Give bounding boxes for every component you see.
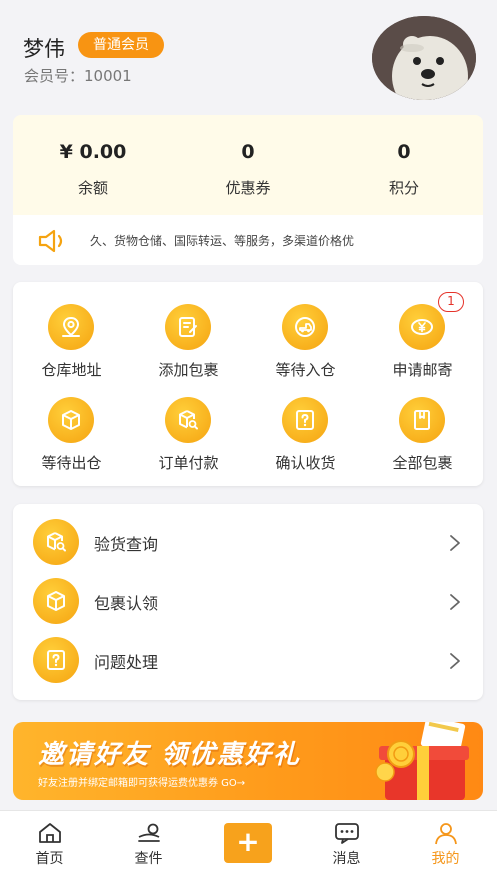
stat-balance[interactable]: ¥ 0.00 余额 xyxy=(15,141,171,198)
grid-item-warehouse-address[interactable]: 仓库地址 xyxy=(13,304,130,384)
nav-add[interactable]: + xyxy=(198,811,297,883)
truck-icon xyxy=(282,304,328,350)
order-shortcuts-card: 仓库地址 添加包裹 等待入仓 1 申请邮寄 等待出仓 订单付款 确认收货 全部包… xyxy=(13,282,483,486)
speaker-icon xyxy=(37,228,69,258)
points-label: 积分 xyxy=(388,179,419,197)
banner-subtitle: 好友注册并绑定邮箱即可获得运费优惠券 GO→ xyxy=(38,778,246,789)
stat-points[interactable]: 0 积分 xyxy=(326,141,482,198)
grid-label: 订单付款 xyxy=(158,454,219,472)
list-item-inspection-query[interactable]: 验货查询 xyxy=(13,513,483,571)
banner-title: 邀请好友 领优惠好礼 xyxy=(38,740,302,770)
nav-label: 首页 xyxy=(35,851,64,867)
grid-item-all-packages[interactable]: 全部包裹 xyxy=(364,397,481,477)
grid-label: 等待出仓 xyxy=(41,454,102,472)
grid-label: 仓库地址 xyxy=(41,361,102,379)
services-list-card: 验货查询 包裹认领 问题处理 xyxy=(13,504,483,700)
chevron-right-icon xyxy=(450,653,460,669)
coupons-label: 优惠券 xyxy=(225,179,271,197)
grid-item-confirm-receipt[interactable]: 确认收货 xyxy=(247,397,364,477)
chevron-right-icon xyxy=(450,535,460,551)
grid-label: 添加包裹 xyxy=(158,361,219,379)
user-name: 梦伟 xyxy=(23,37,65,61)
stat-coupons[interactable]: 0 优惠券 xyxy=(170,141,326,198)
add-icon: + xyxy=(224,823,272,863)
grid-label: 全部包裹 xyxy=(392,454,453,472)
profile-header: 梦伟 普通会员 会员号：10001 xyxy=(0,0,497,112)
notice-text: 久、货物仓储、国际转运、等服务，多渠道价格优 xyxy=(90,234,355,248)
list-item-package-claim[interactable]: 包裹认领 xyxy=(13,572,483,630)
question-box-icon xyxy=(33,637,79,683)
message-icon xyxy=(335,823,359,844)
nav-home[interactable]: 首页 xyxy=(0,811,99,883)
grid-item-order-payment[interactable]: 订单付款 xyxy=(130,397,247,477)
grid-item-awaiting-outbound[interactable]: 等待出仓 xyxy=(13,397,130,477)
list-item-issue-handling[interactable]: 问题处理 xyxy=(13,631,483,689)
list-item-label: 问题处理 xyxy=(94,653,159,672)
list-item-label: 验货查询 xyxy=(94,535,159,554)
account-stats-card: ¥ 0.00 余额 0 优惠券 0 积分 xyxy=(13,115,483,215)
profile-icon xyxy=(435,823,457,845)
notice-bar[interactable]: 久、货物仓储、国际转运、等服务，多渠道价格优 xyxy=(13,215,483,265)
location-pin-icon xyxy=(48,304,94,350)
book-icon xyxy=(399,397,445,443)
notification-badge: 1 xyxy=(438,292,464,312)
box-icon xyxy=(48,397,94,443)
points-value: 0 xyxy=(397,141,411,163)
yuan-coin-icon xyxy=(399,304,445,350)
invite-friends-banner[interactable]: 邀请好友 领优惠好礼 好友注册并绑定邮箱即可获得运费优惠券 GO→ xyxy=(13,722,483,800)
nav-profile[interactable]: 我的 xyxy=(396,811,495,883)
box-search-icon xyxy=(165,397,211,443)
box-icon xyxy=(33,578,79,624)
nav-label: 消息 xyxy=(332,851,361,867)
nav-label: 查件 xyxy=(134,851,163,867)
list-item-label: 包裹认领 xyxy=(94,594,159,613)
chevron-right-icon xyxy=(450,594,460,610)
avatar[interactable] xyxy=(372,16,476,100)
bottom-navigation: 首页 查件 + 消息 我的 xyxy=(0,810,497,883)
track-icon xyxy=(138,823,160,842)
gift-box-icon xyxy=(375,722,469,800)
grid-label: 等待入仓 xyxy=(275,361,336,379)
coupons-value: 0 xyxy=(241,141,255,163)
home-icon xyxy=(39,823,61,843)
grid-label: 申请邮寄 xyxy=(392,361,453,379)
grid-label: 确认收货 xyxy=(275,454,336,472)
member-level-badge[interactable]: 普通会员 xyxy=(78,32,164,58)
member-number: 会员号：10001 xyxy=(24,67,132,85)
balance-label: 余额 xyxy=(77,179,108,197)
question-box-icon xyxy=(282,397,328,443)
balance-value: ¥ 0.00 xyxy=(59,141,127,163)
grid-item-add-package[interactable]: 添加包裹 xyxy=(130,304,247,384)
nav-track[interactable]: 查件 xyxy=(99,811,198,883)
edit-document-icon xyxy=(165,304,211,350)
grid-item-awaiting-inbound[interactable]: 等待入仓 xyxy=(247,304,364,384)
nav-label: 我的 xyxy=(431,851,460,867)
box-search-icon xyxy=(33,519,79,565)
grid-item-request-shipping[interactable]: 1 申请邮寄 xyxy=(364,292,481,384)
nav-messages[interactable]: 消息 xyxy=(297,811,396,883)
